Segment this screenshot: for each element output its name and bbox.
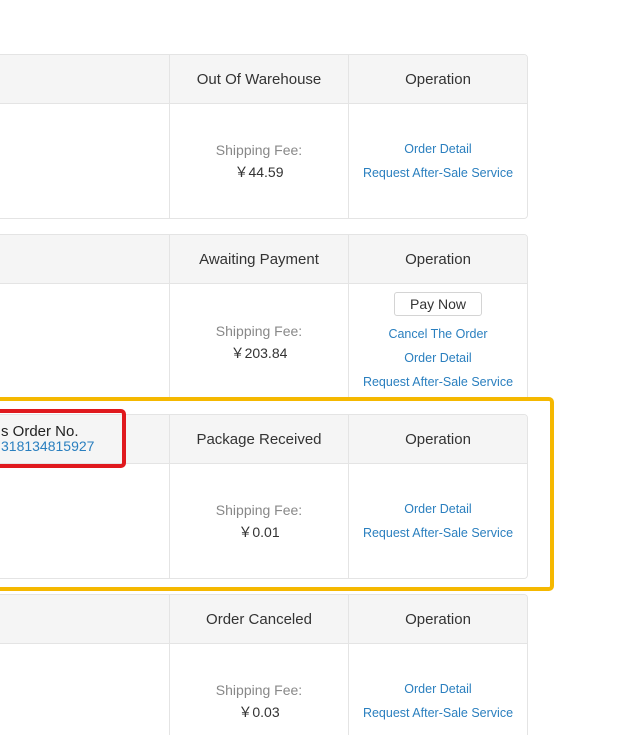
shipping-fee-label: Shipping Fee: bbox=[215, 502, 303, 518]
operation-header: Operation bbox=[405, 610, 471, 628]
after-sale-link[interactable]: Request After-Sale Service bbox=[363, 521, 513, 545]
shipping-fee-cell: Shipping Fee: ￥203.84 bbox=[170, 284, 348, 400]
order-status: Order Canceled bbox=[206, 610, 312, 628]
shipping-fee-label: Shipping Fee: bbox=[215, 323, 303, 339]
after-sale-link[interactable]: Request After-Sale Service bbox=[363, 370, 513, 394]
order-status: Awaiting Payment bbox=[199, 250, 319, 268]
order-card-body: Shipping Fee: ￥203.84 Pay Now Cancel The… bbox=[0, 284, 527, 400]
operation-cell: Order Detail Request After-Sale Service bbox=[349, 464, 527, 578]
order-card-body: Shipping Fee: ￥44.59 Order Detail Reques… bbox=[0, 104, 527, 218]
shipping-fee-value: ￥0.03 bbox=[238, 704, 280, 720]
operation-header: Operation bbox=[405, 250, 471, 268]
shipping-fee-label: Shipping Fee: bbox=[215, 682, 303, 698]
operation-header: Operation bbox=[405, 430, 471, 448]
order-list-page: Out Of Warehouse Operation Shipping Fee:… bbox=[0, 0, 633, 735]
order-card: Awaiting Payment Operation Shipping Fee:… bbox=[0, 234, 528, 401]
order-card-header: s Order No. 318134815927 Package Receive… bbox=[0, 415, 527, 464]
operation-cell: Order Detail Request After-Sale Service bbox=[349, 644, 527, 735]
after-sale-link[interactable]: Request After-Sale Service bbox=[363, 161, 513, 185]
order-card-header: Awaiting Payment Operation bbox=[0, 235, 527, 284]
order-card: s Order No. 318134815927 Package Receive… bbox=[0, 414, 528, 579]
cancel-order-link[interactable]: Cancel The Order bbox=[388, 322, 487, 346]
order-card: Order Canceled Operation Shipping Fee: ￥… bbox=[0, 594, 528, 735]
operation-cell: Order Detail Request After-Sale Service bbox=[349, 104, 527, 218]
after-sale-link[interactable]: Request After-Sale Service bbox=[363, 701, 513, 725]
order-card-body: Shipping Fee: ￥0.01 Order Detail Request… bbox=[0, 464, 527, 578]
shipping-fee-cell: Shipping Fee: ￥0.03 bbox=[170, 644, 348, 735]
operation-cell: Pay Now Cancel The Order Order Detail Re… bbox=[349, 284, 527, 400]
shipping-fee-value: ￥0.01 bbox=[238, 524, 280, 540]
shipping-fee-value: ￥44.59 bbox=[234, 164, 284, 180]
shipping-fee-cell: Shipping Fee: ￥44.59 bbox=[170, 104, 348, 218]
order-card-header: Out Of Warehouse Operation bbox=[0, 55, 527, 104]
order-card: Out Of Warehouse Operation Shipping Fee:… bbox=[0, 54, 528, 219]
order-detail-link[interactable]: Order Detail bbox=[404, 497, 471, 521]
operation-header: Operation bbox=[405, 70, 471, 88]
order-detail-link[interactable]: Order Detail bbox=[404, 346, 471, 370]
shipping-fee-cell: Shipping Fee: ￥0.01 bbox=[170, 464, 348, 578]
order-detail-link[interactable]: Order Detail bbox=[404, 137, 471, 161]
order-number-link[interactable]: 318134815927 bbox=[1, 438, 94, 454]
shipping-fee-value: ￥203.84 bbox=[230, 345, 288, 361]
order-card-header: Order Canceled Operation bbox=[0, 595, 527, 644]
order-status: Package Received bbox=[196, 430, 322, 448]
pay-now-button[interactable]: Pay Now bbox=[393, 292, 483, 316]
order-card-body: Shipping Fee: ￥0.03 Order Detail Request… bbox=[0, 644, 527, 735]
order-status: Out Of Warehouse bbox=[196, 70, 322, 88]
shipping-fee-label: Shipping Fee: bbox=[215, 142, 303, 158]
order-detail-link[interactable]: Order Detail bbox=[404, 677, 471, 701]
